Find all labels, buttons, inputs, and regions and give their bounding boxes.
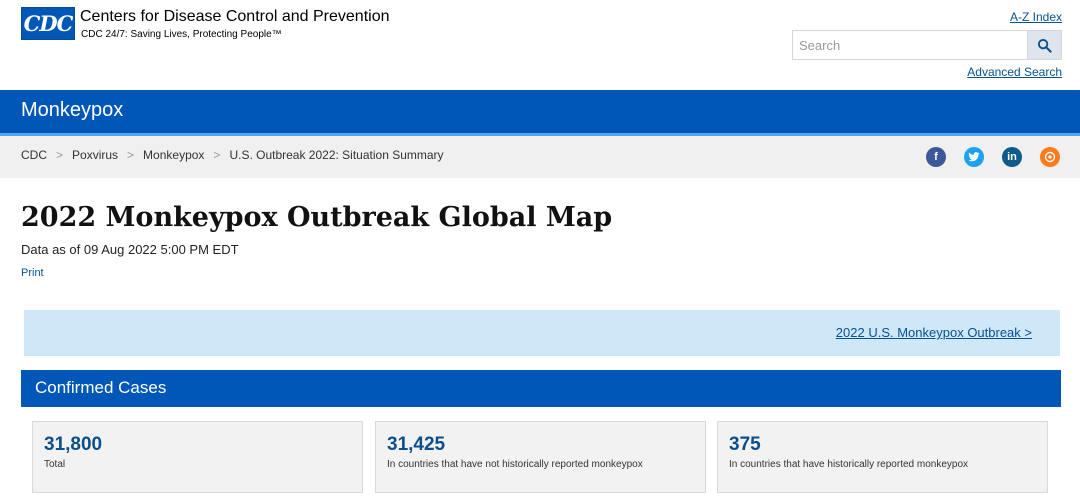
- site-header: CDC Centers for Disease Control and Prev…: [0, 0, 1080, 90]
- breadcrumb-separator: >: [56, 148, 64, 162]
- banner-title[interactable]: Monkeypox: [21, 99, 123, 122]
- advanced-search-link[interactable]: Advanced Search: [967, 65, 1062, 79]
- search-icon: [1037, 38, 1052, 53]
- section-title: Confirmed Cases: [35, 378, 167, 397]
- breadcrumb-item-monkeypox[interactable]: Monkeypox: [143, 148, 204, 162]
- stat-value: 31,425: [387, 434, 446, 455]
- print-link[interactable]: Print: [21, 267, 44, 279]
- az-index-link[interactable]: A-Z Index: [1010, 10, 1062, 24]
- breadcrumb-item-cdc[interactable]: CDC: [21, 148, 47, 162]
- stat-label: In countries that have historically repo…: [729, 459, 969, 470]
- page-title: 2022 Monkeypox Outbreak Global Map: [21, 202, 613, 233]
- us-outbreak-link[interactable]: 2022 U.S. Monkeypox Outbreak >: [836, 325, 1032, 340]
- stat-card-non-endemic: 31,425 In countries that have not histor…: [375, 421, 706, 493]
- breadcrumb-separator: >: [127, 148, 135, 162]
- search-button[interactable]: [1027, 31, 1061, 59]
- org-name: Centers for Disease Control and Preventi…: [80, 8, 390, 25]
- confirmed-cases-header: Confirmed Cases: [21, 370, 1061, 407]
- linkedin-icon[interactable]: in: [1002, 147, 1022, 167]
- stat-value: 31,800: [44, 434, 103, 455]
- breadcrumb-separator: >: [213, 148, 221, 162]
- main-content: 2022 Monkeypox Outbreak Global Map Data …: [10, 178, 1072, 501]
- twitter-icon[interactable]: [964, 147, 984, 167]
- stat-card-endemic: 375 In countries that have historically …: [717, 421, 1048, 493]
- breadcrumb-item-poxvirus[interactable]: Poxvirus: [72, 148, 118, 162]
- search-input[interactable]: [793, 31, 1027, 59]
- topic-banner: Monkeypox: [0, 90, 1080, 136]
- syndicate-icon[interactable]: [1040, 147, 1060, 167]
- search-box: [792, 30, 1062, 60]
- breadcrumb: CDC > Poxvirus > Monkeypox > U.S. Outbre…: [21, 148, 444, 162]
- stat-value: 375: [729, 434, 761, 455]
- stat-label: Total: [44, 459, 66, 470]
- data-as-of: Data as of 09 Aug 2022 5:00 PM EDT: [21, 242, 239, 257]
- tagline: CDC 24/7: Saving Lives, Protecting Peopl…: [81, 29, 282, 40]
- breadcrumb-bar: CDC > Poxvirus > Monkeypox > U.S. Outbre…: [0, 136, 1080, 178]
- facebook-icon[interactable]: f: [926, 147, 946, 167]
- cdc-logo[interactable]: CDC: [21, 7, 75, 40]
- syndicate-glyph: [1044, 151, 1056, 163]
- stat-card-total: 31,800 Total: [32, 421, 363, 493]
- cdc-logo-text: CDC: [23, 11, 74, 36]
- stat-label: In countries that have not historically …: [387, 459, 643, 470]
- breadcrumb-item-situation-summary[interactable]: U.S. Outbreak 2022: Situation Summary: [229, 148, 443, 162]
- twitter-bird-glyph: [968, 152, 980, 162]
- callout-box: 2022 U.S. Monkeypox Outbreak >: [24, 310, 1060, 356]
